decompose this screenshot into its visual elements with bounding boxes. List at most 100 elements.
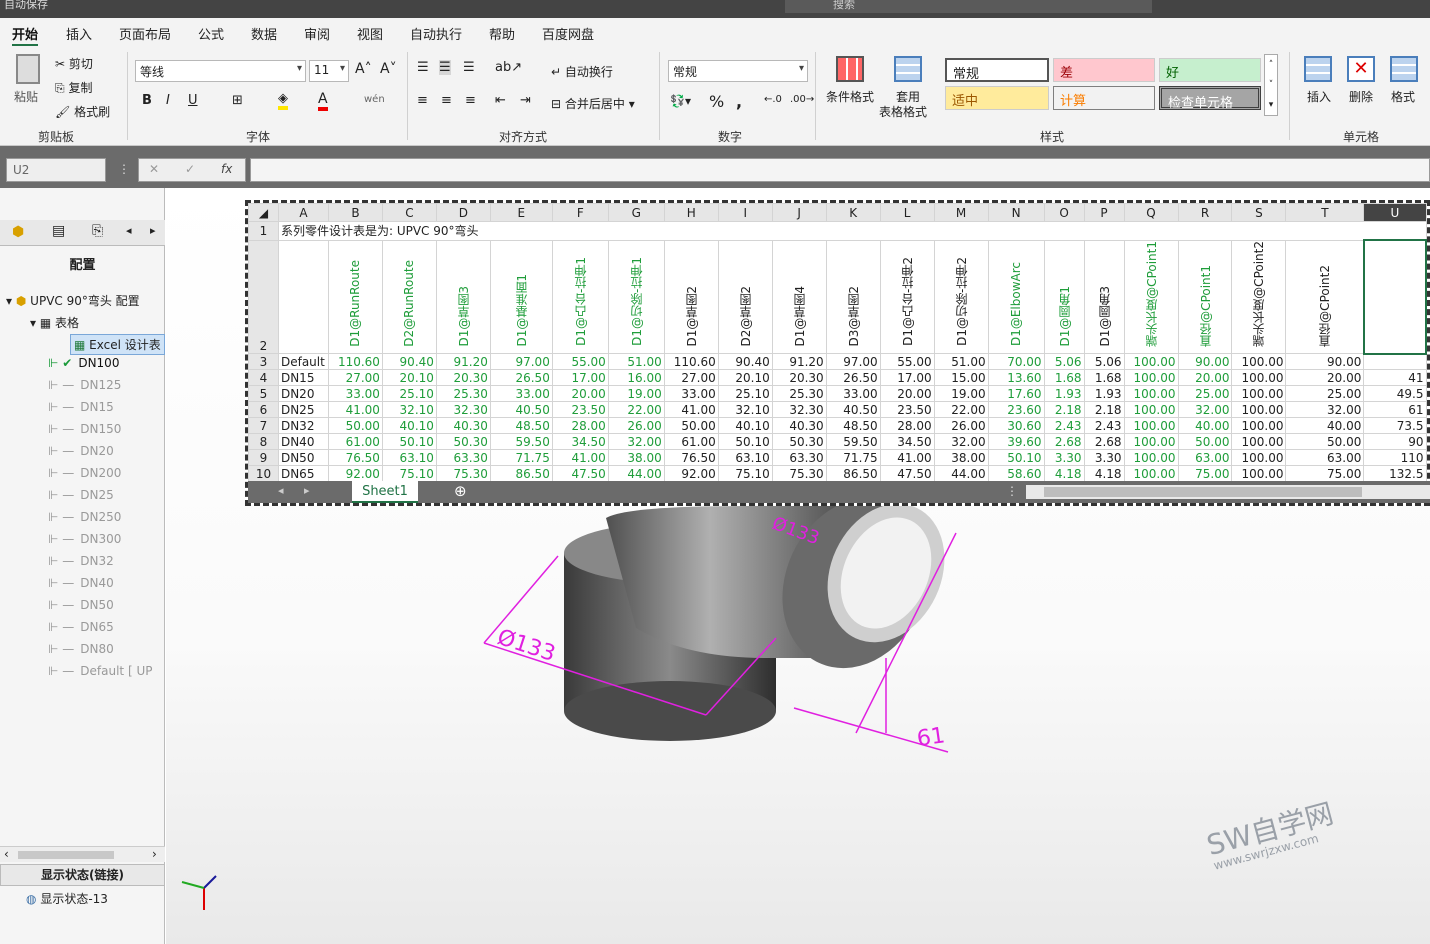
fx-icon[interactable]: fx: [221, 162, 232, 176]
table-cell[interactable]: 75.00: [1285, 465, 1365, 483]
config-item[interactable]: ⊩ — DN300: [48, 532, 121, 546]
table-cell[interactable]: 70.00: [987, 353, 1045, 371]
format-cells-button[interactable]: 格式: [1391, 88, 1415, 105]
row-header[interactable]: 10: [248, 465, 279, 483]
table-cell[interactable]: 100.00: [1231, 353, 1287, 371]
scroll-thumb[interactable]: [1044, 487, 1362, 497]
search-box[interactable]: 搜索: [785, 0, 1152, 13]
column-header[interactable]: F: [551, 203, 609, 222]
menu-dots-icon[interactable]: ⋮: [118, 162, 130, 176]
table-cell[interactable]: 55.00: [879, 353, 935, 371]
table-cell[interactable]: 20.30: [435, 369, 491, 387]
embedded-excel-sheet[interactable]: ◢ A B C D E F G H I J K L M N O P Q R S T U 1 系列零件设计表是为: UPVC 9…: [245, 200, 1430, 506]
dimension-label[interactable]: 61: [915, 723, 946, 752]
table-cell[interactable]: [1363, 353, 1427, 371]
table-cell[interactable]: 100.00: [1231, 385, 1287, 403]
table-cell[interactable]: 63.30: [771, 449, 827, 467]
table-cell[interactable]: 86.50: [825, 465, 881, 483]
row-header[interactable]: 3: [248, 353, 279, 371]
table-cell[interactable]: 44.00: [607, 465, 665, 483]
row-header[interactable]: 6: [248, 401, 279, 419]
table-cell[interactable]: 61: [1363, 401, 1427, 419]
phonetic-icon[interactable]: wén: [364, 94, 385, 105]
align-top-icon[interactable]: ☰: [417, 60, 429, 75]
column-header[interactable]: S: [1231, 203, 1287, 222]
expand-icon[interactable]: ▾: [30, 316, 36, 330]
scroll-left-icon[interactable]: ‹: [4, 847, 9, 861]
table-cell[interactable]: 40.30: [771, 417, 827, 435]
table-cell[interactable]: 25.10: [381, 385, 437, 403]
column-header[interactable]: D: [435, 203, 491, 222]
config-root[interactable]: ▾ ⬢ UPVC 90°弯头 配置: [6, 292, 140, 309]
table-cell[interactable]: 26.50: [825, 369, 881, 387]
config-item[interactable]: ⊩ ✔ DN100: [48, 356, 119, 370]
cancel-icon[interactable]: ✕: [149, 162, 159, 176]
config-item[interactable]: ⊩ — DN125: [48, 378, 121, 392]
font-color-icon[interactable]: A: [318, 91, 328, 111]
style-calculation[interactable]: 计算: [1053, 86, 1155, 110]
orientation-icon[interactable]: ab↗: [495, 60, 522, 75]
table-cell[interactable]: 38.00: [933, 449, 989, 467]
table-cell[interactable]: 39.60: [987, 433, 1045, 451]
border-icon[interactable]: ⊞: [232, 93, 243, 108]
parameter-header-cell[interactable]: D1@ElbowArc: [987, 239, 1045, 355]
bold-icon[interactable]: B: [142, 93, 152, 108]
table-cell[interactable]: 59.50: [489, 433, 553, 451]
align-middle-icon[interactable]: ☰: [439, 60, 451, 75]
parameter-header-cell[interactable]: 端头长度@CPoint1: [1123, 239, 1179, 355]
table-cell[interactable]: 40.50: [825, 401, 881, 419]
dimension-label[interactable]: Ø133: [494, 625, 558, 667]
table-cell[interactable]: 33.00: [825, 385, 881, 403]
table-cell[interactable]: DN40: [277, 433, 329, 451]
table-cell[interactable]: 86.50: [489, 465, 553, 483]
column-header[interactable]: H: [663, 203, 719, 222]
config-item[interactable]: ⊩ — DN200: [48, 466, 121, 480]
table-cell[interactable]: 25.00: [1285, 385, 1365, 403]
config-item[interactable]: ⊩ — DN65: [48, 620, 114, 634]
select-all-corner[interactable]: ◢: [248, 203, 279, 222]
table-cell[interactable]: 33.00: [663, 385, 719, 403]
table-cell[interactable]: 32.00: [1177, 401, 1233, 419]
table-cell[interactable]: 47.50: [879, 465, 935, 483]
tab-page-layout[interactable]: 页面布局: [119, 24, 171, 43]
table-cell[interactable]: 5.06: [1043, 353, 1085, 371]
delete-cells-button[interactable]: 删除: [1349, 88, 1373, 105]
table-cell[interactable]: 97.00: [489, 353, 553, 371]
display-state-item[interactable]: ◍ 显示状态-13: [26, 890, 108, 907]
autosave-label[interactable]: 自动保存: [4, 0, 48, 12]
parameter-header-cell[interactable]: 端头长度@CPoint2: [1231, 239, 1287, 355]
table-cell[interactable]: 44.00: [933, 465, 989, 483]
table-cell[interactable]: 41: [1363, 369, 1427, 387]
parameter-header-cell[interactable]: D1@切除-拉伸1: [607, 239, 665, 355]
table-cell[interactable]: DN15: [277, 369, 329, 387]
align-left-icon[interactable]: ≡: [417, 93, 428, 108]
table-cell[interactable]: 63.00: [1177, 449, 1233, 467]
config-item[interactable]: ⊩ — DN25: [48, 488, 114, 502]
parameter-header-cell[interactable]: 直径@CPoint1: [1177, 239, 1233, 355]
table-cell[interactable]: 97.00: [825, 353, 881, 371]
table-cell[interactable]: 100.00: [1123, 385, 1179, 403]
table-cell[interactable]: 1.93: [1083, 385, 1125, 403]
table-cell[interactable]: 41.00: [551, 449, 609, 467]
expand-icon[interactable]: ▾: [6, 294, 12, 308]
column-header[interactable]: K: [825, 203, 881, 222]
table-cell[interactable]: 61.00: [327, 433, 383, 451]
config-item[interactable]: ⊩ — DN250: [48, 510, 121, 524]
tables-node[interactable]: ▾ ▦ 表格: [30, 314, 79, 331]
table-cell[interactable]: 25.10: [717, 385, 773, 403]
table-cell[interactable]: 23.50: [879, 401, 935, 419]
increase-indent-icon[interactable]: ⇥: [520, 93, 531, 108]
grow-font-icon[interactable]: A˄: [355, 61, 372, 77]
number-format-select[interactable]: 常规: [668, 60, 808, 82]
table-cell[interactable]: DN65: [277, 465, 329, 483]
table-cell[interactable]: 26.00: [933, 417, 989, 435]
property-icon[interactable]: ▤: [52, 223, 65, 239]
header-cell[interactable]: [277, 239, 329, 355]
config-item[interactable]: ⊩ — Default [ UP: [48, 664, 152, 678]
column-header[interactable]: Q: [1123, 203, 1179, 222]
name-box[interactable]: U2: [6, 158, 106, 182]
table-cell[interactable]: 50.10: [717, 433, 773, 451]
parameter-header-cell[interactable]: D2@草图2: [717, 239, 773, 355]
parameter-header-cell[interactable]: D1@RunRoute: [327, 239, 383, 355]
table-cell[interactable]: DN32: [277, 417, 329, 435]
